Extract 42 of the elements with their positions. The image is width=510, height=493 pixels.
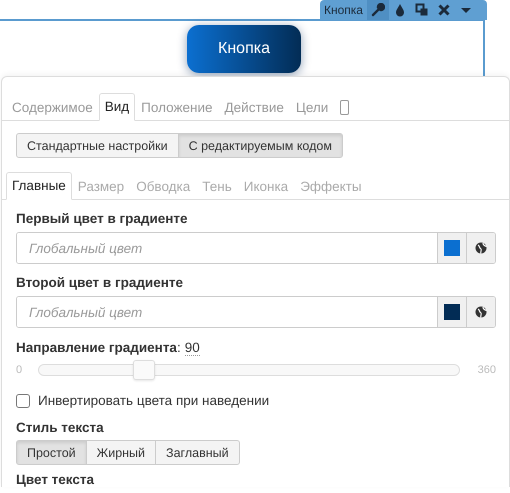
toggle-button[interactable]: Простой — [16, 440, 87, 465]
color-swatch-button[interactable] — [437, 233, 466, 263]
checkbox[interactable] — [16, 394, 30, 408]
tab[interactable]: Содержимое — [6, 94, 99, 121]
tab[interactable]: Иконка — [238, 173, 294, 200]
globe-icon — [475, 306, 487, 318]
tab[interactable]: Главные — [6, 172, 72, 200]
copy-icon — [414, 3, 429, 17]
color-input-group[interactable]: Глобальный цвет — [16, 232, 496, 264]
color-swatch-button[interactable] — [437, 297, 466, 327]
toggle-button[interactable]: С редактируемым кодом — [178, 133, 343, 158]
wrench-button[interactable] — [366, 0, 389, 20]
color-input-group[interactable]: Глобальный цвет — [16, 296, 496, 328]
tab[interactable]: Вид — [98, 93, 136, 121]
range-min: 0 — [16, 364, 24, 376]
toggle-button[interactable]: Стандартные настройки — [16, 133, 179, 158]
toggle-button[interactable]: Заглавный — [155, 440, 240, 465]
tab[interactable]: Эффекты — [294, 173, 368, 200]
element-label: Кнопка — [324, 3, 363, 17]
tab[interactable]: Цели — [290, 94, 334, 121]
globe-icon — [475, 242, 487, 254]
globe-button[interactable] — [466, 233, 495, 263]
preview-button[interactable]: Кнопка — [187, 25, 301, 73]
field-label: Цвет текста — [16, 472, 96, 487]
tab[interactable]: Размер — [72, 173, 130, 200]
globe-button[interactable] — [466, 297, 495, 327]
range-max: 360 — [476, 364, 496, 376]
colon-text: : — [176, 340, 181, 355]
checkbox-label: Инвертировать цвета при наведении — [38, 393, 270, 408]
slider-thumb[interactable] — [133, 360, 155, 380]
tab[interactable]: Положение — [135, 94, 219, 121]
field-label: Второй цвет в градиенте — [16, 275, 184, 290]
wrench-icon — [370, 3, 385, 17]
close-icon — [436, 3, 451, 17]
tab[interactable]: Действие — [218, 94, 290, 121]
toggle-button[interactable]: Жирный — [86, 440, 156, 465]
slider-label: Направление градиента — [16, 340, 177, 355]
field-label: Стиль текста — [16, 420, 105, 435]
tab[interactable]: Тень — [196, 173, 238, 200]
slider-value: 90 — [184, 340, 200, 356]
tab[interactable]: Обводка — [130, 173, 196, 200]
field-label: Первый цвет в градиенте — [16, 211, 189, 226]
